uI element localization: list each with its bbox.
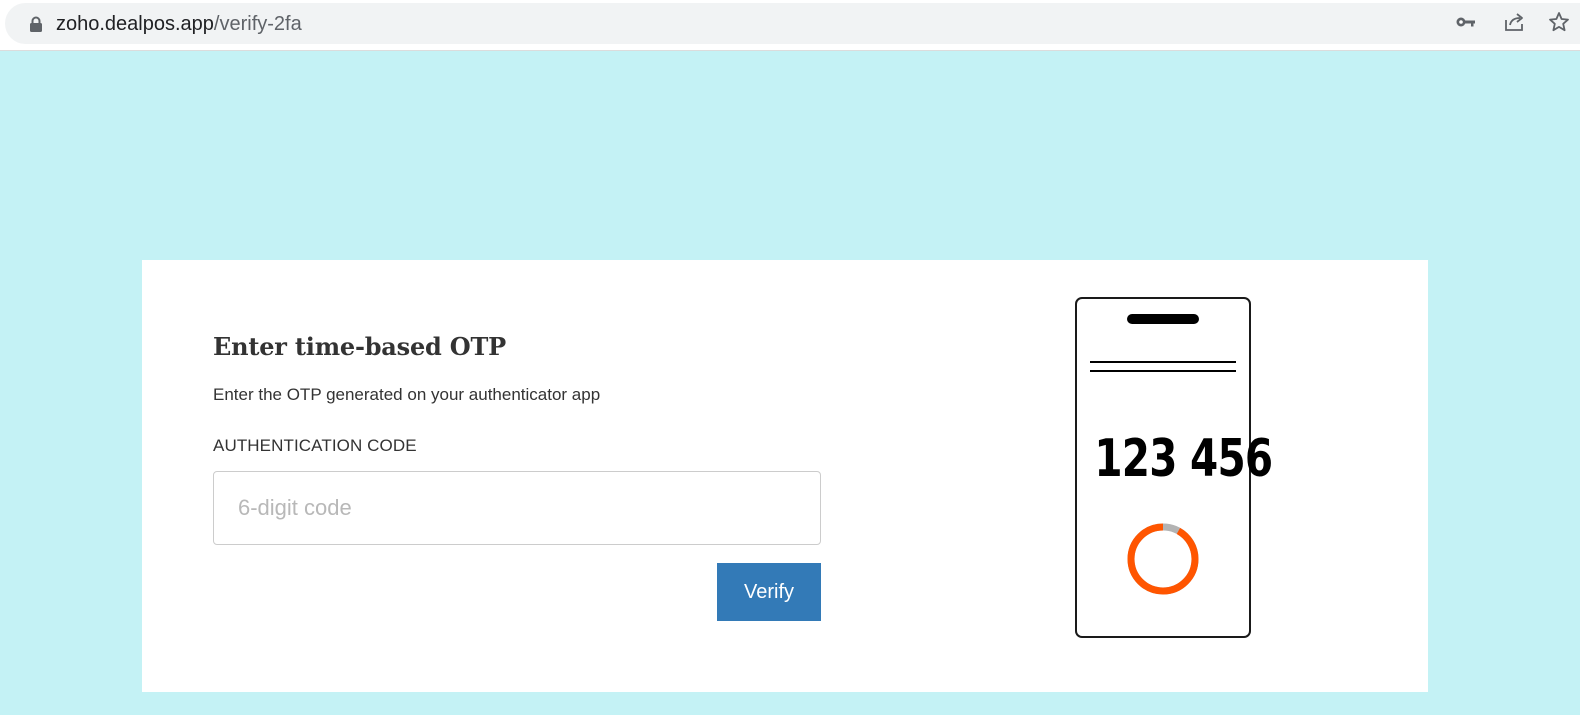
address-bar[interactable]: zoho.dealpos.app/verify-2fa [5,3,1580,44]
otp-display: 123 456 [1094,429,1273,489]
key-icon[interactable] [1454,10,1478,34]
url-host: zoho.dealpos.app [56,13,214,35]
browser-toolbar: zoho.dealpos.app/verify-2fa [0,0,1580,51]
verify-button[interactable]: Verify [717,563,821,621]
authenticator-phone-illustration: 123 456 [1075,297,1273,638]
star-icon[interactable] [1547,10,1571,34]
authentication-code-input[interactable] [213,471,821,545]
verify-2fa-card: Enter time-based OTP Enter the OTP gener… [142,260,1428,692]
authentication-code-label: AUTHENTICATION CODE [213,436,417,455]
lock-icon[interactable] [29,16,43,32]
share-icon[interactable] [1502,10,1526,34]
url-path: /verify-2fa [213,13,302,35]
page-title: Enter time-based OTP [213,332,506,361]
instruction-text: Enter the OTP generated on your authenti… [213,385,601,404]
url-text[interactable]: zoho.dealpos.app/verify-2fa [56,13,302,35]
